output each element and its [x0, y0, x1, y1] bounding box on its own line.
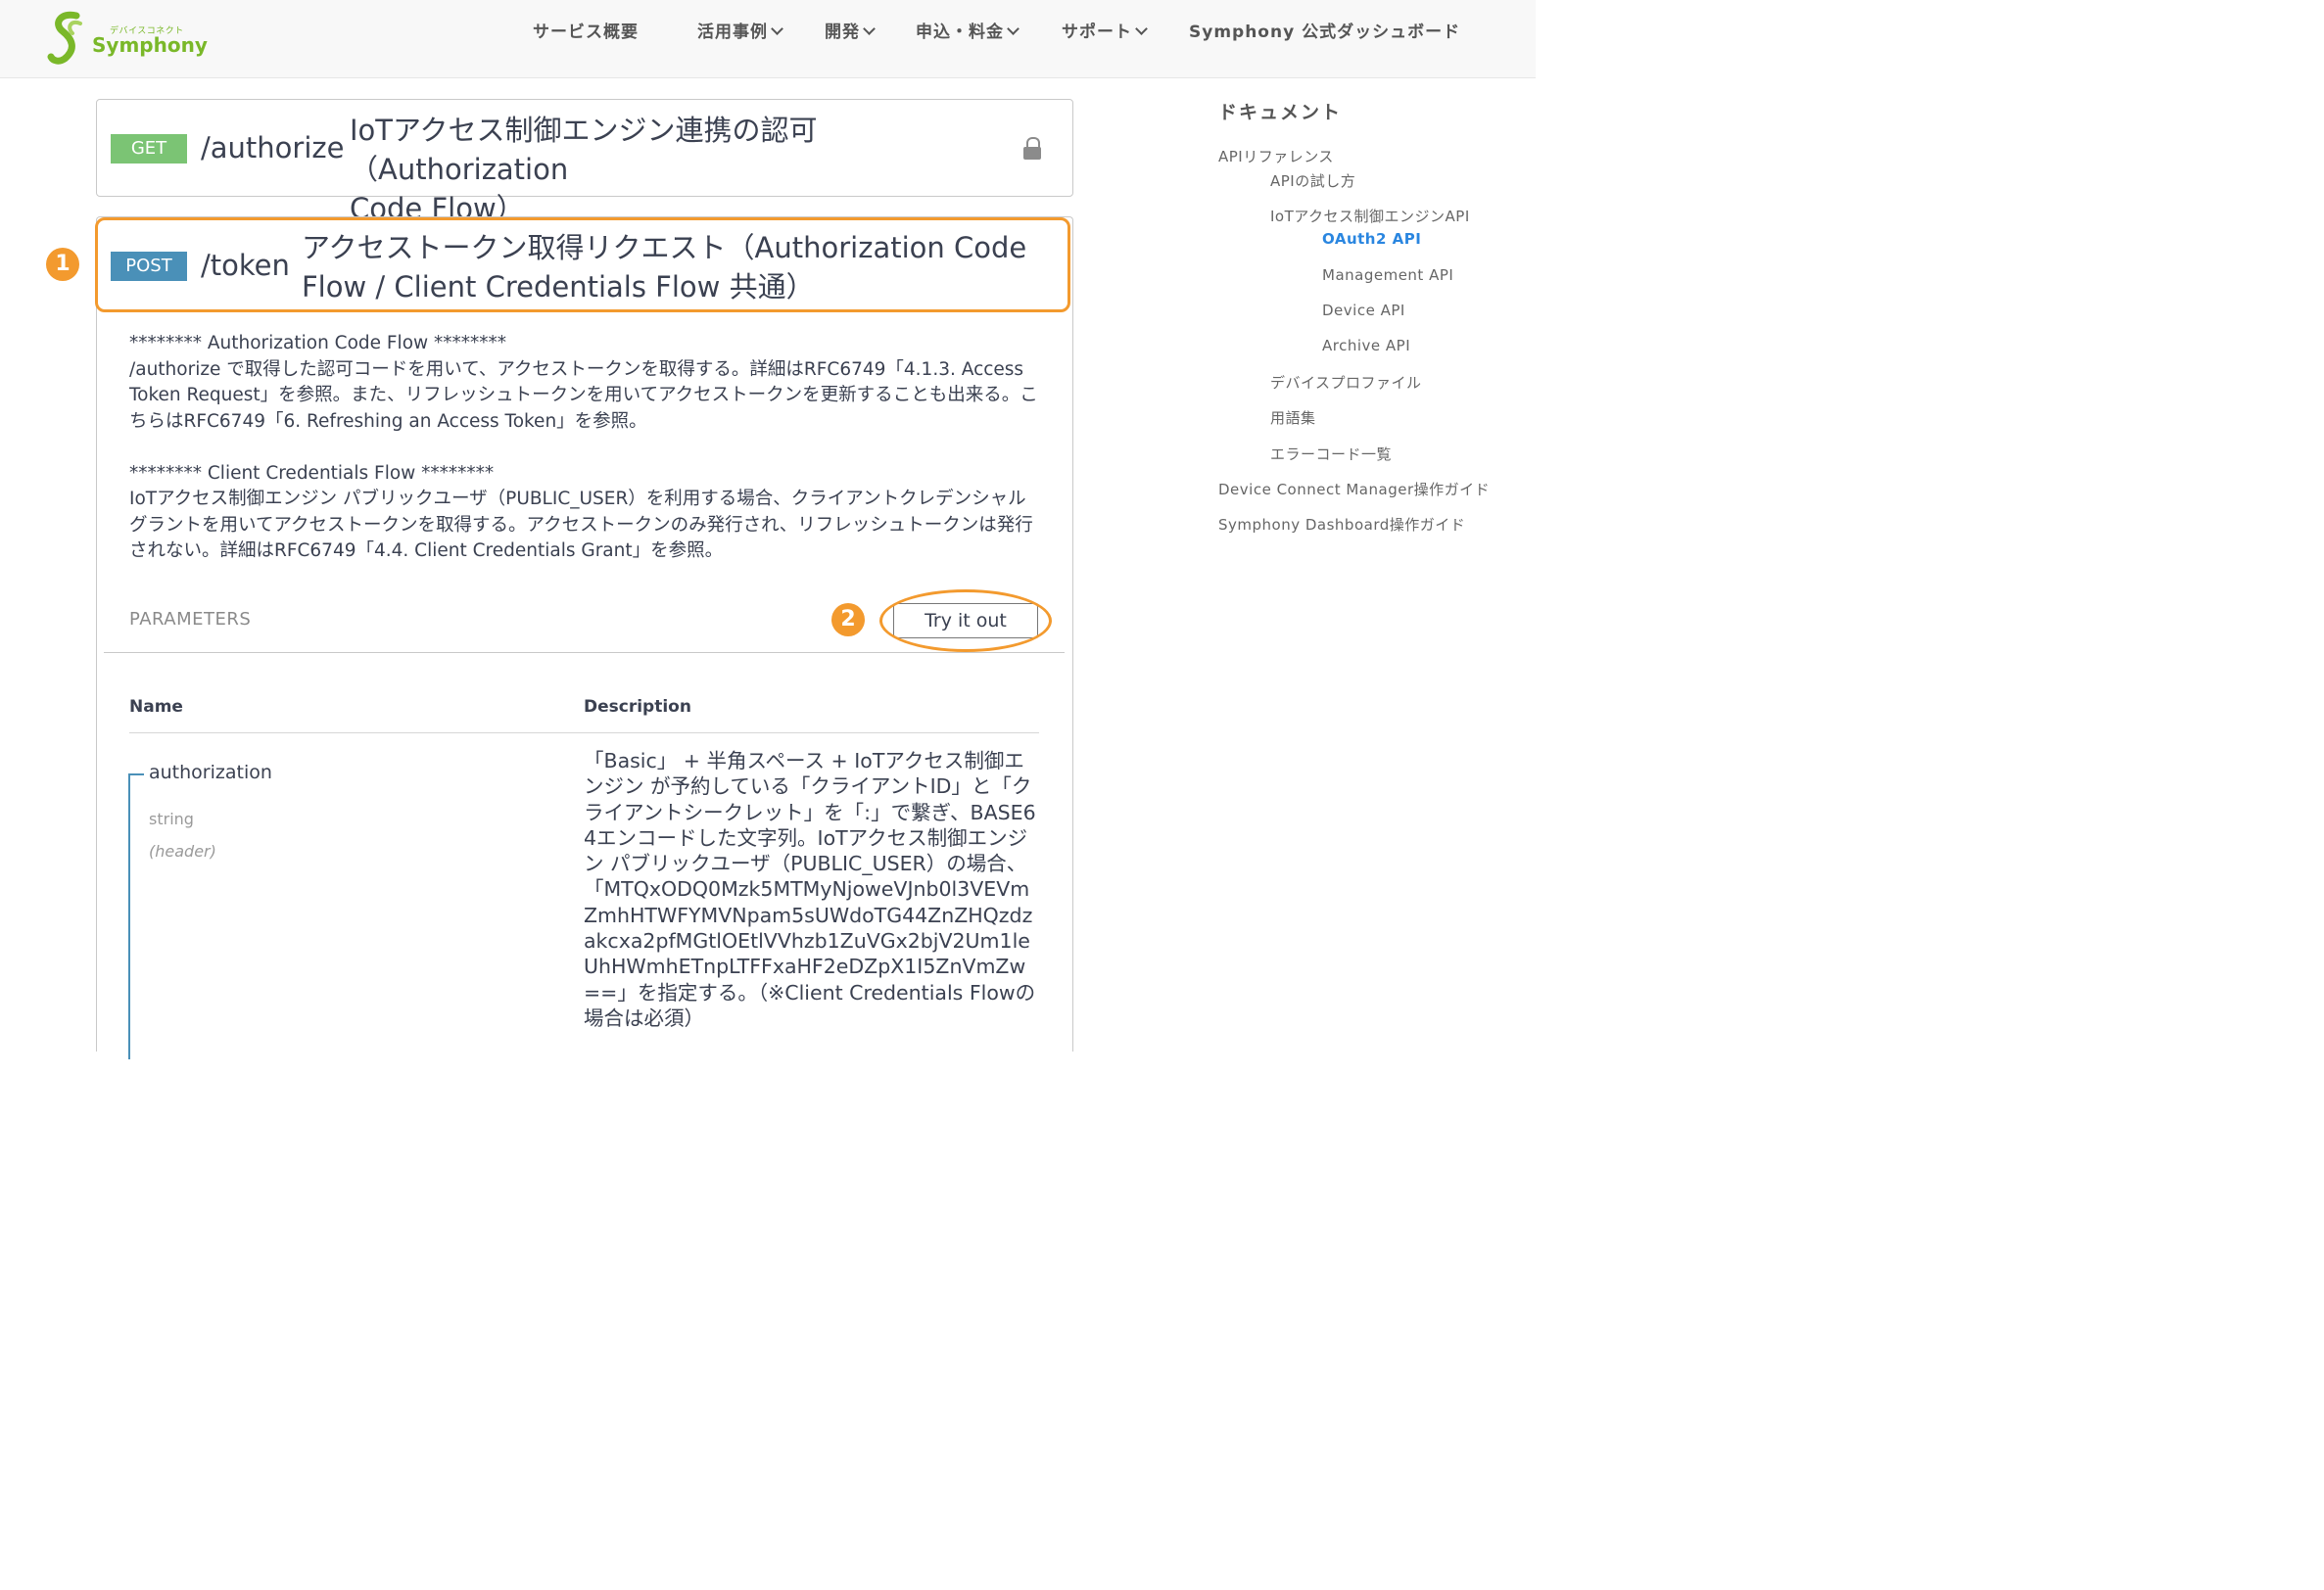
method-badge-get: GET: [111, 134, 187, 164]
sidebar-item-device-api[interactable]: Device API: [1322, 302, 1405, 319]
nav-label: サービス概要: [533, 23, 639, 42]
description-heading: ******** Client Credentials Flow *******…: [129, 462, 495, 484]
parameter-name: authorization: [149, 762, 272, 783]
nav-label: 開発: [825, 23, 860, 42]
site-header: デバイスコネクト Symphony サービス概要 活用事例 開発 申込・料金 サ…: [0, 0, 1536, 78]
description-heading: ******** Authorization Code Flow *******…: [129, 333, 507, 353]
summary-line: IoTアクセス制御エンジン連携の認可（Authorization: [350, 114, 818, 186]
lock-icon[interactable]: [1023, 137, 1041, 160]
divider: [104, 652, 1065, 653]
nav-label: 申込・料金: [916, 23, 1004, 42]
logo-text: Symphony: [92, 33, 208, 57]
parameter-bracket: [128, 773, 144, 1059]
divider: [129, 732, 1039, 733]
logo-s-icon: [47, 11, 82, 65]
sidebar-item-glossary[interactable]: 用語集: [1270, 407, 1316, 428]
chevron-down-icon: [771, 23, 783, 35]
sidebar-item-management-api[interactable]: Management API: [1322, 266, 1453, 284]
chevron-down-icon: [1135, 23, 1148, 35]
step-badge-2: 2: [831, 603, 865, 636]
nav-label: Symphony 公式ダッシュボード: [1189, 23, 1461, 42]
sidebar-item-archive-api[interactable]: Archive API: [1322, 337, 1410, 354]
sidebar-item-iot-engine-api[interactable]: IoTアクセス制御エンジンAPI: [1270, 206, 1470, 226]
description-paragraph: /authorize で取得した認可コードを用いて、アクセストークンを取得する。…: [129, 358, 1038, 432]
nav-development[interactable]: 開発: [825, 18, 876, 42]
sidebar-title: ドキュメント: [1218, 102, 1343, 123]
step-badge-1: 1: [46, 248, 79, 281]
highlight-rectangle: [95, 217, 1070, 312]
parameter-description: 「Basic」 + 半角スペース + IoTアクセス制御エンジン が予約している…: [584, 749, 1036, 1030]
column-header-description: Description: [584, 697, 691, 717]
sidebar-item-how-to-try[interactable]: APIの試し方: [1270, 170, 1355, 191]
nav-label: サポート: [1062, 23, 1132, 42]
nav-service-overview[interactable]: サービス概要: [533, 18, 639, 42]
operation-description: ******** Authorization Code Flow *******…: [129, 331, 1040, 565]
sidebar-item-oauth2-api[interactable]: OAuth2 API: [1322, 230, 1421, 248]
nav-label: 活用事例: [697, 23, 768, 42]
sidebar-item-dcm-guide[interactable]: Device Connect Manager操作ガイド: [1218, 479, 1490, 499]
highlight-ellipse: [879, 589, 1052, 652]
sidebar-item-error-codes[interactable]: エラーコード一覧: [1270, 444, 1392, 464]
parameter-type: string: [149, 810, 194, 828]
column-header-name: Name: [129, 697, 183, 717]
parameter-location: (header): [149, 842, 216, 861]
opblock-get-authorize[interactable]: GET /authorize IoTアクセス制御エンジン連携の認可（Author…: [96, 99, 1073, 225]
sidebar-item-device-profile[interactable]: デバイスプロファイル: [1270, 372, 1422, 393]
nav-support[interactable]: サポート: [1062, 18, 1148, 42]
description-paragraph: IoTアクセス制御エンジン パブリックユーザ（PUBLIC_USER）を利用する…: [129, 489, 1033, 561]
nav-use-cases[interactable]: 活用事例: [697, 18, 783, 42]
parameters-label: PARAMETERS: [129, 609, 252, 630]
nav-pricing[interactable]: 申込・料金: [916, 18, 1020, 42]
chevron-down-icon: [1007, 23, 1020, 35]
nav-dashboard[interactable]: Symphony 公式ダッシュボード: [1189, 18, 1460, 42]
operation-path: /authorize: [201, 131, 345, 164]
symphony-logo[interactable]: デバイスコネクト Symphony: [47, 10, 208, 65]
sidebar-item-dashboard-guide[interactable]: Symphony Dashboard操作ガイド: [1218, 514, 1465, 535]
chevron-down-icon: [863, 23, 876, 35]
sidebar-item-api-reference[interactable]: APIリファレンス: [1218, 146, 1334, 166]
operation-summary: IoTアクセス制御エンジン連携の認可（Authorization Code Fl…: [350, 111, 1025, 228]
